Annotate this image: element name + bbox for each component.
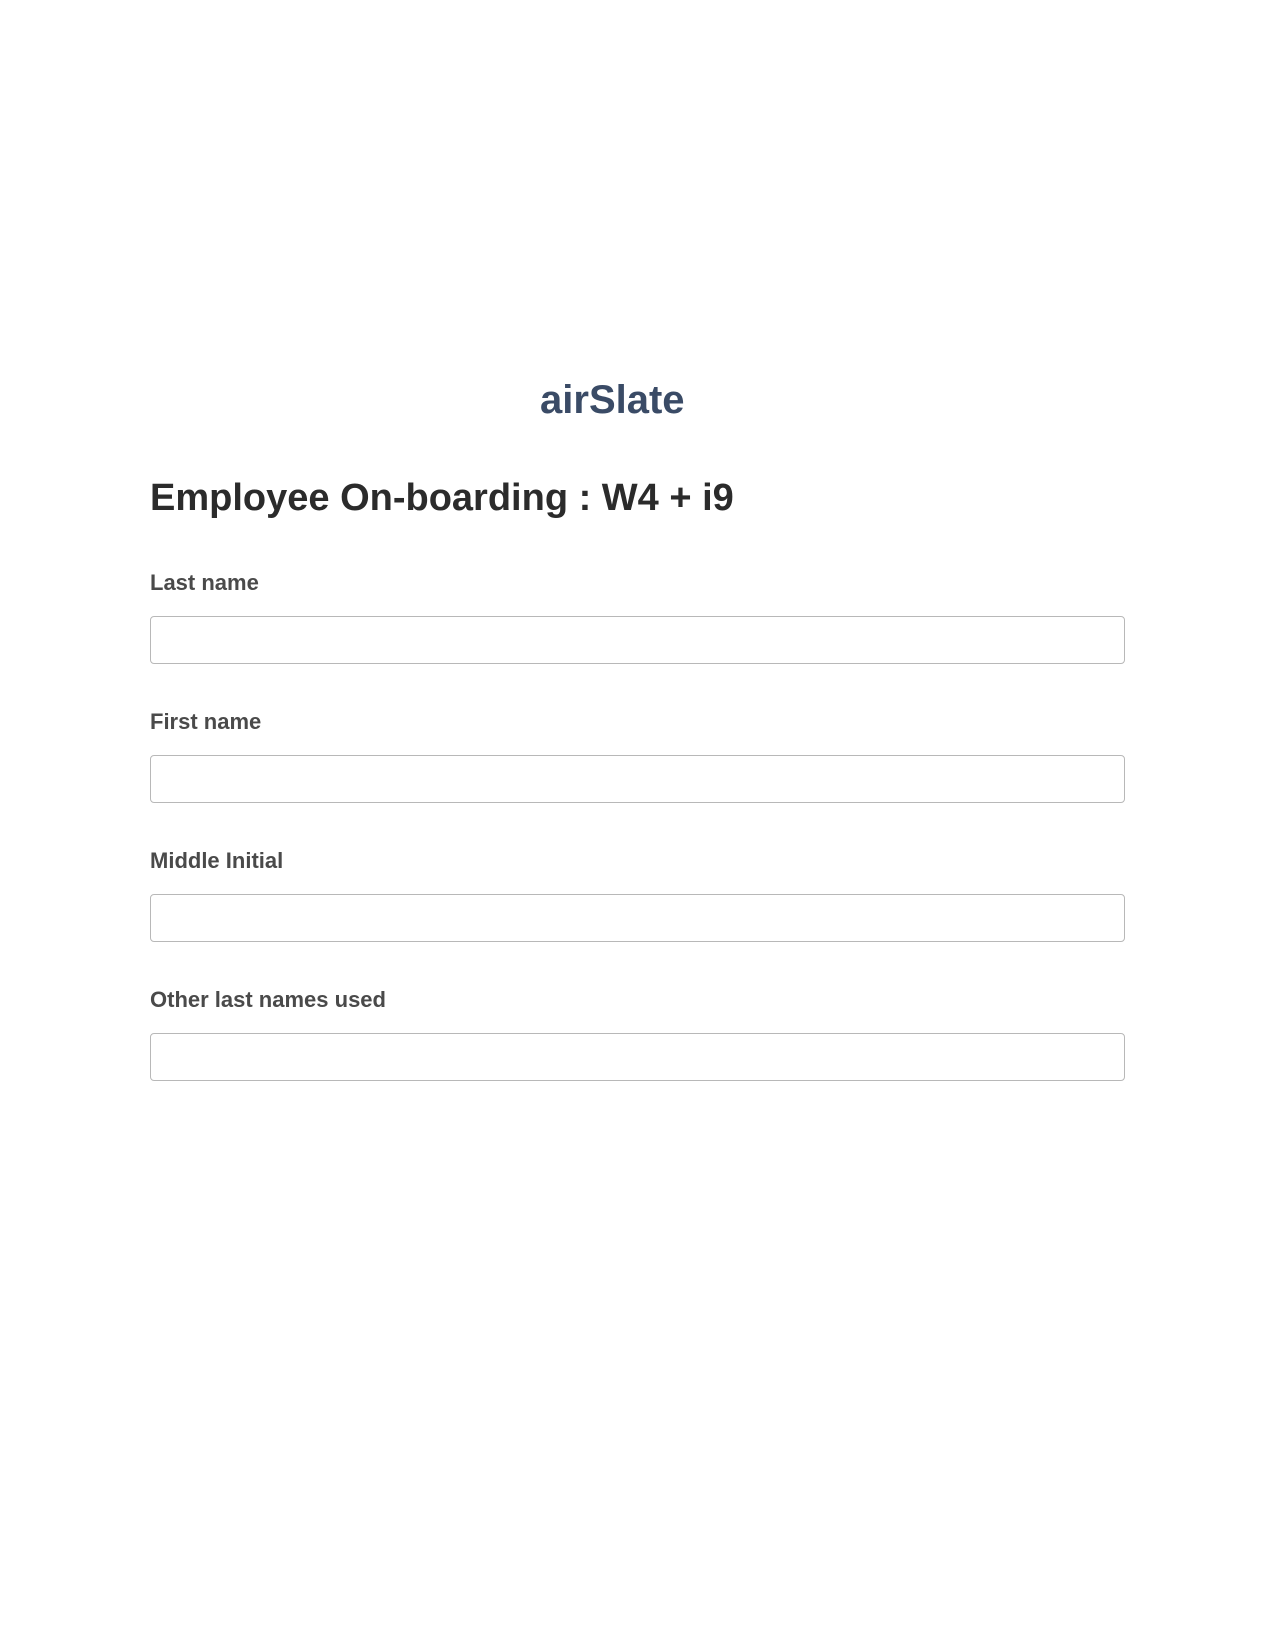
- svg-text:airSlate: airSlate: [540, 380, 685, 422]
- field-last-name: Last name: [150, 570, 1125, 664]
- label-middle-initial: Middle Initial: [150, 848, 1125, 874]
- input-last-name[interactable]: [150, 616, 1125, 664]
- label-first-name: First name: [150, 709, 1125, 735]
- airslate-logo-icon: airSlate: [540, 380, 735, 422]
- field-middle-initial: Middle Initial: [150, 848, 1125, 942]
- field-other-last-names: Other last names used: [150, 987, 1125, 1081]
- brand-logo: airSlate: [150, 380, 1125, 427]
- label-last-name: Last name: [150, 570, 1125, 596]
- input-middle-initial[interactable]: [150, 894, 1125, 942]
- form-container: airSlate Employee On-boarding : W4 + i9 …: [150, 380, 1125, 1126]
- input-other-last-names[interactable]: [150, 1033, 1125, 1081]
- input-first-name[interactable]: [150, 755, 1125, 803]
- form-title: Employee On-boarding : W4 + i9: [150, 477, 1125, 520]
- label-other-last-names: Other last names used: [150, 987, 1125, 1013]
- field-first-name: First name: [150, 709, 1125, 803]
